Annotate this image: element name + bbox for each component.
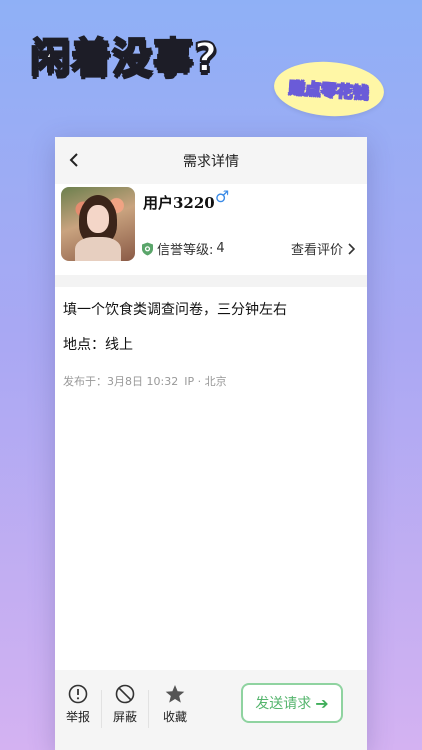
- send-request-button[interactable]: 发送请求 ➔: [241, 683, 343, 723]
- favorite-button[interactable]: 收藏: [155, 684, 195, 725]
- shield-icon: [142, 242, 153, 255]
- user-card: 用户3220 ♂ 信誉等级: 4 查看评价: [55, 184, 367, 275]
- block-icon: [115, 684, 135, 704]
- arrow-right-icon: ➔: [315, 693, 329, 713]
- chevron-right-icon: [348, 242, 355, 255]
- action-divider: [101, 690, 102, 728]
- post-ip: IP · 北京: [184, 375, 227, 388]
- male-icon: ♂: [215, 187, 230, 206]
- username: 用户3220: [143, 194, 215, 212]
- phone-screen: 需求详情 用户3220 ♂ 信誉等级: 4 查看评价 填一个饮食类调查问卷，三分…: [55, 137, 367, 750]
- back-button[interactable]: [63, 149, 85, 171]
- block-button[interactable]: 屏蔽: [105, 684, 145, 725]
- report-label: 举报: [65, 710, 90, 724]
- view-reviews-label: 查看评价: [290, 243, 343, 258]
- block-label: 屏蔽: [112, 710, 137, 724]
- view-reviews-link[interactable]: 查看评价: [291, 239, 355, 258]
- page-title: 需求详情: [183, 153, 239, 170]
- exclamation-circle-icon: [68, 684, 88, 704]
- bottom-action-bar: 举报 屏蔽 收藏 发送请求 ➔: [55, 670, 367, 750]
- avatar-face: [87, 205, 109, 233]
- credit-value: 4: [216, 241, 225, 256]
- post-location: 地点：线上: [63, 337, 133, 353]
- section-divider: [55, 275, 367, 287]
- send-request-label: 发送请求: [255, 696, 312, 712]
- credit-level: 信誉等级: 4: [141, 239, 225, 258]
- avatar-body: [75, 237, 121, 261]
- favorite-label: 收藏: [162, 710, 187, 724]
- credit-label: 信誉等级:: [157, 243, 214, 258]
- action-divider: [148, 690, 149, 728]
- post-description: 填一个饮食类调查问卷，三分钟左右: [63, 302, 287, 318]
- promo-bubble-text: 赚点零花钱: [288, 78, 370, 104]
- avatar[interactable]: [61, 187, 135, 261]
- post-published-time: 发布于：3月8日 10:32: [63, 375, 179, 388]
- report-button[interactable]: 举报: [58, 684, 98, 725]
- promo-bubble: 赚点零花钱: [272, 58, 386, 120]
- post-content: 填一个饮食类调查问卷，三分钟左右 地点：线上 发布于：3月8日 10:32 IP…: [55, 287, 367, 389]
- post-meta: 发布于：3月8日 10:32 IP · 北京: [63, 373, 359, 389]
- navbar: 需求详情: [55, 137, 367, 184]
- chevron-left-icon: [69, 153, 78, 167]
- promo-headline: 闲着没事?: [29, 34, 219, 82]
- star-icon: [165, 685, 185, 703]
